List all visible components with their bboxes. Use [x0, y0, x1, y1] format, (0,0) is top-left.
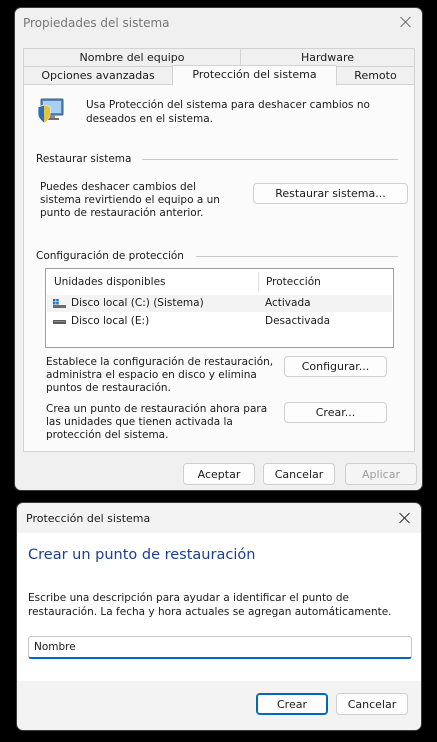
restore-section-label: Restaurar sistema	[36, 153, 132, 165]
create-restore-point-button[interactable]: Crear...	[284, 402, 387, 423]
close-icon[interactable]	[398, 14, 414, 30]
drive-protection-status: Desactivada	[265, 315, 331, 327]
window-title: Propiedades del sistema	[23, 16, 170, 30]
protection-section-divider	[196, 256, 398, 257]
tab-opciones-avanzadas[interactable]: Opciones avanzadas	[23, 66, 173, 85]
close-icon[interactable]	[397, 510, 413, 526]
dialog-description: Escribe una descripción para ayudar a id…	[28, 592, 392, 618]
tab-proteccion-del-sistema[interactable]: Protección del sistema	[172, 65, 337, 86]
create-restore-point-dialog: Protección del sistema Crear un punto de…	[16, 502, 422, 731]
restore-section-divider	[142, 159, 398, 160]
drive-name: Disco local (C:) (Sistema)	[71, 297, 204, 309]
drive-icon	[53, 320, 66, 324]
computer-shield-icon	[37, 98, 64, 124]
protection-section-label: Configuración de protección	[36, 250, 184, 262]
drive-row-c[interactable]: Disco local (C:) (Sistema) Activada	[47, 295, 392, 312]
column-header-protection[interactable]: Protección	[258, 269, 321, 295]
create-description: Crea un punto de restauración ahora para…	[46, 403, 268, 441]
dialog-body: Crear un punto de restauración Escribe u…	[17, 533, 421, 681]
system-drive-icon	[53, 299, 66, 308]
drive-row-e[interactable]: Disco local (E:) Desactivada	[47, 313, 392, 330]
restore-description: Puedes deshacer cambios del sistema revi…	[40, 181, 220, 219]
tab-remoto[interactable]: Remoto	[336, 66, 415, 85]
restore-point-name-input[interactable]	[28, 636, 412, 659]
title-bar: Propiedades del sistema	[15, 8, 422, 38]
configure-button[interactable]: Configurar...	[284, 356, 387, 377]
restore-system-button[interactable]: Restaurar sistema...	[253, 183, 408, 204]
dialog-title: Protección del sistema	[26, 512, 151, 525]
dialog-cancel-button[interactable]: Cancelar	[336, 693, 408, 715]
dialog-heading: Crear un punto de restauración	[28, 547, 256, 563]
dialog-title-bar: Protección del sistema	[17, 503, 421, 533]
column-header-drives[interactable]: Unidades disponibles	[46, 269, 166, 295]
configure-description: Establece la configuración de restauraci…	[46, 356, 274, 394]
system-properties-window: Propiedades del sistema Nombre del equip…	[14, 7, 423, 491]
drives-list-header: Unidades disponibles Protección	[46, 269, 393, 295]
intro-text: Usa Protección del sistema para deshacer…	[86, 99, 370, 125]
drive-name: Disco local (E:)	[71, 315, 150, 327]
drives-list[interactable]: Unidades disponibles Protección Disco lo…	[45, 268, 394, 348]
apply-button[interactable]: Aplicar	[345, 463, 417, 485]
ok-button[interactable]: Aceptar	[183, 463, 255, 485]
cancel-button[interactable]: Cancelar	[263, 463, 335, 485]
create-button[interactable]: Crear	[256, 693, 328, 715]
drive-protection-status: Activada	[265, 297, 311, 309]
system-protection-panel: Usa Protección del sistema para deshacer…	[23, 84, 415, 452]
